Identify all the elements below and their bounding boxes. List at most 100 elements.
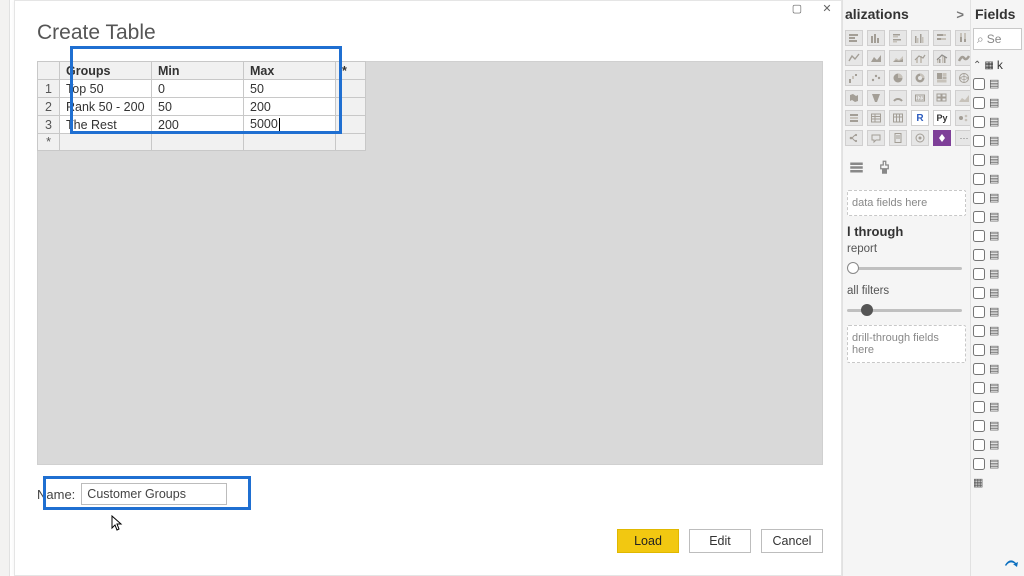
cancel-button[interactable]: Cancel [761,529,823,553]
field-checkbox[interactable] [973,135,985,147]
viz-multi-card-icon[interactable] [933,90,951,106]
field-checkbox[interactable] [973,344,985,356]
field-checkbox[interactable] [973,382,985,394]
viz-scatter-icon[interactable] [867,70,885,86]
field-item[interactable]: ▤ [971,74,1024,93]
viz-area-icon[interactable] [867,50,885,66]
window-close-button[interactable]: ✕ [817,1,837,15]
table-name-input[interactable] [81,483,227,505]
viz-100-stacked-bar-icon[interactable] [933,30,951,46]
viz-slicer-icon[interactable] [845,110,863,126]
viz-stacked-column-icon[interactable] [867,30,885,46]
field-item[interactable]: ▤ [971,397,1024,416]
viz-waterfall-icon[interactable] [845,70,863,86]
viz-python-icon[interactable]: Py [933,110,951,126]
table-tree-node[interactable]: ⌃ ▦ k [971,56,1024,74]
drillthrough-field-well[interactable]: drill-through fields here [847,325,966,363]
field-checkbox[interactable] [973,420,985,432]
field-item[interactable]: ▤ [971,93,1024,112]
field-checkbox[interactable] [973,78,985,90]
viz-stacked-area-icon[interactable] [889,50,907,66]
viz-filled-map-icon[interactable] [845,90,863,106]
field-item[interactable]: ▤ [971,150,1024,169]
cell-min[interactable]: 0 [152,80,244,98]
viz-100-stacked-column-icon[interactable] [955,30,970,46]
viz-map-icon[interactable] [955,70,970,86]
field-item[interactable]: ▤ [971,283,1024,302]
row-number[interactable]: 1 [38,80,60,98]
viz-decomposition-tree-icon[interactable] [845,130,863,146]
column-header-groups[interactable]: Groups [60,62,152,80]
viz-clustered-bar-icon[interactable] [889,30,907,46]
row-number[interactable]: 2 [38,98,60,116]
field-item[interactable]: ▤ [971,416,1024,435]
viz-key-influencers-icon[interactable] [955,110,970,126]
cell-groups[interactable]: Top 50 [60,80,152,98]
field-item[interactable]: ▤ [971,226,1024,245]
field-item[interactable]: ▤ [971,302,1024,321]
cell-groups[interactable]: The Rest [60,116,152,134]
field-checkbox[interactable] [973,306,985,318]
field-item[interactable]: ▤ [971,321,1024,340]
sync-status-icon[interactable] [1004,555,1022,574]
cross-report-toggle[interactable] [847,259,962,277]
window-maximize-button[interactable]: ▢ [787,1,807,15]
cell-empty[interactable] [244,134,336,151]
viz-stacked-bar-icon[interactable] [845,30,863,46]
column-header-min[interactable]: Min [152,62,244,80]
field-checkbox[interactable] [973,154,985,166]
viz-matrix-icon[interactable] [889,110,907,126]
field-item[interactable]: ▤ [971,245,1024,264]
new-row-marker[interactable]: * [38,134,60,151]
field-checkbox[interactable] [973,97,985,109]
keep-filters-toggle[interactable] [847,301,962,319]
cell-empty[interactable] [152,134,244,151]
field-item[interactable]: ▤ [971,112,1024,131]
collapse-pane-icon[interactable]: > [956,7,970,22]
viz-line-icon[interactable] [845,50,863,66]
cell-empty[interactable] [60,134,152,151]
field-item[interactable]: ▤ [971,435,1024,454]
viz-arcgis-icon[interactable] [911,130,929,146]
field-checkbox[interactable] [973,230,985,242]
viz-line-column-icon[interactable] [911,50,929,66]
viz-paginated-icon[interactable] [889,130,907,146]
viz-line-clustered-column-icon[interactable] [933,50,951,66]
edit-button[interactable]: Edit [689,529,751,553]
cell-max[interactable]: 200 [244,98,336,116]
viz-funnel-icon[interactable] [867,90,885,106]
row-number[interactable]: 3 [38,116,60,134]
viz-ribbon-icon[interactable] [955,50,970,66]
field-item[interactable]: ▤ [971,169,1024,188]
viz-card-icon[interactable]: 123 [911,90,929,106]
cell-max-editing[interactable]: 5000 [244,116,336,134]
fields-tab-icon[interactable] [847,158,865,176]
field-checkbox[interactable] [973,192,985,204]
field-checkbox[interactable] [973,268,985,280]
cell-min[interactable]: 50 [152,98,244,116]
field-item[interactable]: ▤ [971,264,1024,283]
field-checkbox[interactable] [973,249,985,261]
viz-table-icon[interactable] [867,110,885,126]
field-item[interactable]: ▦ [971,473,1024,492]
field-checkbox[interactable] [973,325,985,337]
field-checkbox[interactable] [973,363,985,375]
table-editor-area[interactable]: Groups Min Max * 1 Top 50 0 50 2 Rank 50… [37,61,823,465]
viz-import-custom-icon[interactable]: ⋯ [955,130,970,146]
viz-powerapps-icon[interactable] [933,130,951,146]
viz-treemap-icon[interactable] [933,70,951,86]
cell-min[interactable]: 200 [152,116,244,134]
field-checkbox[interactable] [973,116,985,128]
viz-pie-icon[interactable] [889,70,907,86]
field-item[interactable]: ▤ [971,340,1024,359]
viz-clustered-column-icon[interactable] [911,30,929,46]
field-item[interactable]: ▤ [971,378,1024,397]
field-item[interactable]: ▤ [971,454,1024,473]
load-button[interactable]: Load [617,529,679,553]
field-checkbox[interactable] [973,173,985,185]
data-entry-table[interactable]: Groups Min Max * 1 Top 50 0 50 2 Rank 50… [37,61,366,151]
field-checkbox[interactable] [973,401,985,413]
cell-groups[interactable]: Rank 50 - 200 [60,98,152,116]
cell-max[interactable]: 50 [244,80,336,98]
viz-gauge-icon[interactable] [889,90,907,106]
